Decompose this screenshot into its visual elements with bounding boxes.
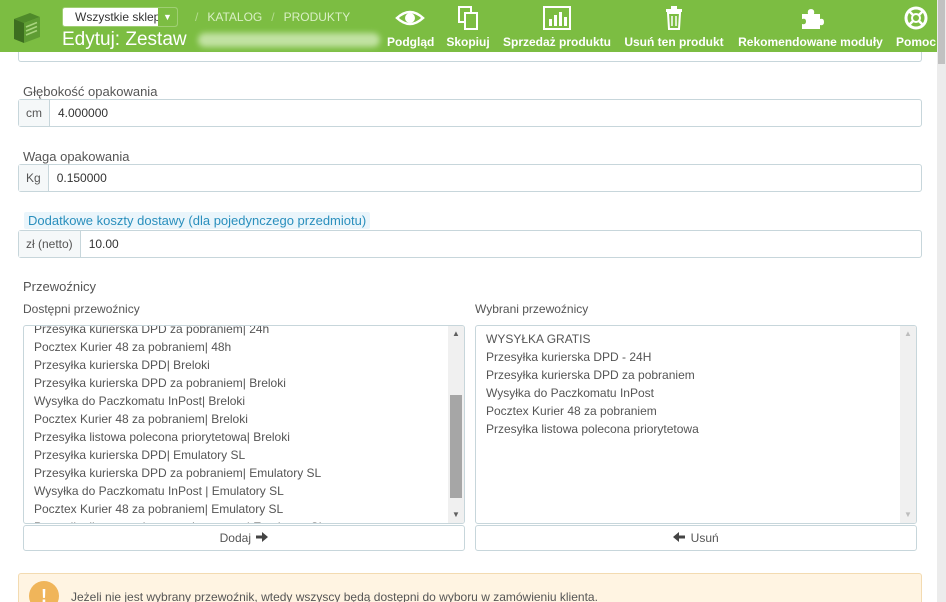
delete-product-label: Usuń ten produkt [624, 35, 724, 49]
available-carrier-option[interactable]: Pocztex Kurier 48 za pobraniem| Emulator… [34, 500, 325, 518]
puzzle-icon [801, 9, 824, 29]
carrier-warning-text: Jeżeli nie jest wybrany przewoźnik, wted… [71, 590, 598, 602]
bar-chart-icon [543, 6, 571, 30]
weight-label: Waga opakowania [23, 149, 130, 164]
copy-label: Skopiuj [446, 35, 490, 49]
shipping-cost-label-text[interactable]: Dodatkowe koszty dostawy (dla pojedyncze… [24, 212, 371, 229]
selected-carrier-option[interactable]: Przesyłka listowa polecona priorytetowa [486, 420, 699, 438]
selected-carrier-option[interactable]: Wysyłka do Paczkomatu InPost [486, 384, 699, 402]
weight-input[interactable]: 0.150000 [49, 165, 107, 191]
recommended-modules-label: Rekomendowane moduły [738, 35, 883, 49]
copy-button[interactable]: Skopiuj [446, 4, 490, 50]
carriers-section-label: Przewoźnicy [23, 279, 96, 294]
breadcrumb-katalog[interactable]: KATALOG [207, 10, 262, 24]
shipping-cost-unit: zł (netto) [19, 231, 81, 257]
available-carriers-label: Dostępni przewoźnicy [23, 302, 140, 316]
redacted-product-name [198, 33, 380, 47]
available-carrier-option[interactable]: Wysyłka do Paczkomatu InPost| Breloki [34, 392, 325, 410]
depth-unit: cm [19, 100, 50, 126]
lifebuoy-icon [904, 6, 928, 30]
available-carrier-option[interactable]: Przesyłka listowa polecona priorytetowa|… [34, 518, 325, 523]
add-carrier-button[interactable]: Dodaj [23, 525, 465, 551]
breadcrumb: / KATALOG / PRODUKTY [195, 10, 351, 24]
selected-carrier-option[interactable]: Przesyłka kurierska DPD za pobraniem [486, 366, 699, 384]
warning-icon: ! [29, 581, 59, 602]
depth-input[interactable]: 4.000000 [50, 100, 108, 126]
page-title: Edytuj: Zestaw [62, 29, 187, 50]
available-carrier-option[interactable]: Przesyłka kurierska DPD| Emulatory SL [34, 446, 325, 464]
previous-field-input[interactable] [18, 52, 922, 62]
selected-carriers-items: WYSYŁKA GRATIS Przesyłka kurierska DPD - … [486, 330, 699, 438]
available-carrier-option[interactable]: Przesyłka listowa polecona priorytetowa|… [34, 428, 325, 446]
available-carrier-option[interactable]: Przesyłka kurierska DPD za pobraniem| Br… [34, 374, 325, 392]
shipping-cost-label: Dodatkowe koszty dostawy (dla pojedyncze… [24, 212, 371, 229]
available-carriers-items: Przesyłka kurierska DPD za pobraniem| 24… [34, 326, 325, 523]
scroll-up-icon[interactable]: ▲ [448, 326, 464, 342]
available-carriers-list[interactable]: Przesyłka kurierska DPD za pobraniem| 24… [23, 325, 465, 524]
recommended-modules-button[interactable]: Rekomendowane moduły [738, 4, 883, 50]
arrow-right-icon [256, 532, 269, 542]
shipping-cost-input[interactable]: 10.00 [81, 231, 119, 257]
delete-product-button[interactable]: Usuń ten produkt [624, 4, 724, 50]
copy-icon [458, 6, 478, 30]
carrier-warning-alert: ! Jeżeli nie jest wybrany przewoźnik, wt… [18, 573, 922, 602]
available-carrier-option[interactable]: Przesyłka kurierska DPD za pobraniem| Em… [34, 464, 325, 482]
shop-select[interactable]: Wszystkie sklepy ▼ [62, 7, 178, 27]
page-scrollbar[interactable] [937, 0, 946, 602]
selected-carrier-option[interactable]: WYSYŁKA GRATIS [486, 330, 699, 348]
eye-icon [395, 10, 425, 26]
product-sales-label: Sprzedaż produktu [503, 35, 612, 49]
selected-carriers-list[interactable]: WYSYŁKA GRATIS Przesyłka kurierska DPD - … [475, 325, 917, 524]
available-carrier-option[interactable]: Pocztex Kurier 48 za pobraniem| 48h [34, 338, 325, 356]
chevron-down-icon[interactable]: ▼ [158, 8, 177, 26]
selected-carrier-option[interactable]: Pocztex Kurier 48 za pobraniem [486, 402, 699, 420]
scroll-down-icon[interactable]: ▼ [900, 507, 916, 523]
scroll-up-icon[interactable]: ▲ [900, 326, 916, 342]
weight-field[interactable]: Kg 0.150000 [18, 164, 922, 192]
shop-select-value: Wszystkie sklepy [75, 10, 167, 24]
selected-carrier-option[interactable]: Przesyłka kurierska DPD - 24H [486, 348, 699, 366]
available-carrier-option[interactable]: Przesyłka kurierska DPD| Breloki [34, 356, 325, 374]
depth-field[interactable]: cm 4.000000 [18, 99, 922, 127]
product-sales-button[interactable]: Sprzedaż produktu [503, 4, 611, 50]
selected-carriers-label: Wybrani przewoźnicy [475, 302, 589, 316]
available-carrier-option[interactable]: Wysyłka do Paczkomatu InPost | Emulatory… [34, 482, 325, 500]
help-button[interactable]: Pomoc [895, 4, 937, 50]
page-scrollbar-thumb[interactable] [938, 0, 945, 64]
weight-unit: Kg [19, 165, 49, 191]
selected-carriers-scrollbar[interactable]: ▲ ▼ [900, 326, 916, 523]
breadcrumb-produkty[interactable]: PRODUKTY [284, 10, 351, 24]
available-carriers-scrollbar[interactable]: ▲ ▼ [448, 326, 464, 523]
scroll-down-icon[interactable]: ▼ [448, 507, 464, 523]
depth-label: Głębokość opakowania [23, 84, 158, 99]
shipping-cost-field[interactable]: zł (netto) 10.00 [18, 230, 922, 258]
trash-icon [666, 6, 682, 30]
remove-carrier-button[interactable]: Usuń [475, 525, 917, 551]
top-header: Wszystkie sklepy ▼ / KATALOG / PRODUKTY Edy… [0, 0, 937, 52]
available-carrier-option[interactable]: Przesyłka kurierska DPD za pobraniem| 24… [34, 326, 325, 338]
scrollbar-thumb[interactable] [450, 395, 462, 498]
add-carrier-label: Dodaj [219, 531, 251, 545]
available-carrier-option[interactable]: Pocztex Kurier 48 za pobraniem| Breloki [34, 410, 325, 428]
remove-carrier-label: Usuń [690, 531, 719, 545]
preview-button[interactable]: Podgląd [387, 4, 435, 50]
help-label: Pomoc [895, 35, 936, 49]
book-logo-icon[interactable] [6, 7, 46, 47]
arrow-left-icon [673, 532, 686, 542]
preview-label: Podgląd [387, 35, 435, 49]
